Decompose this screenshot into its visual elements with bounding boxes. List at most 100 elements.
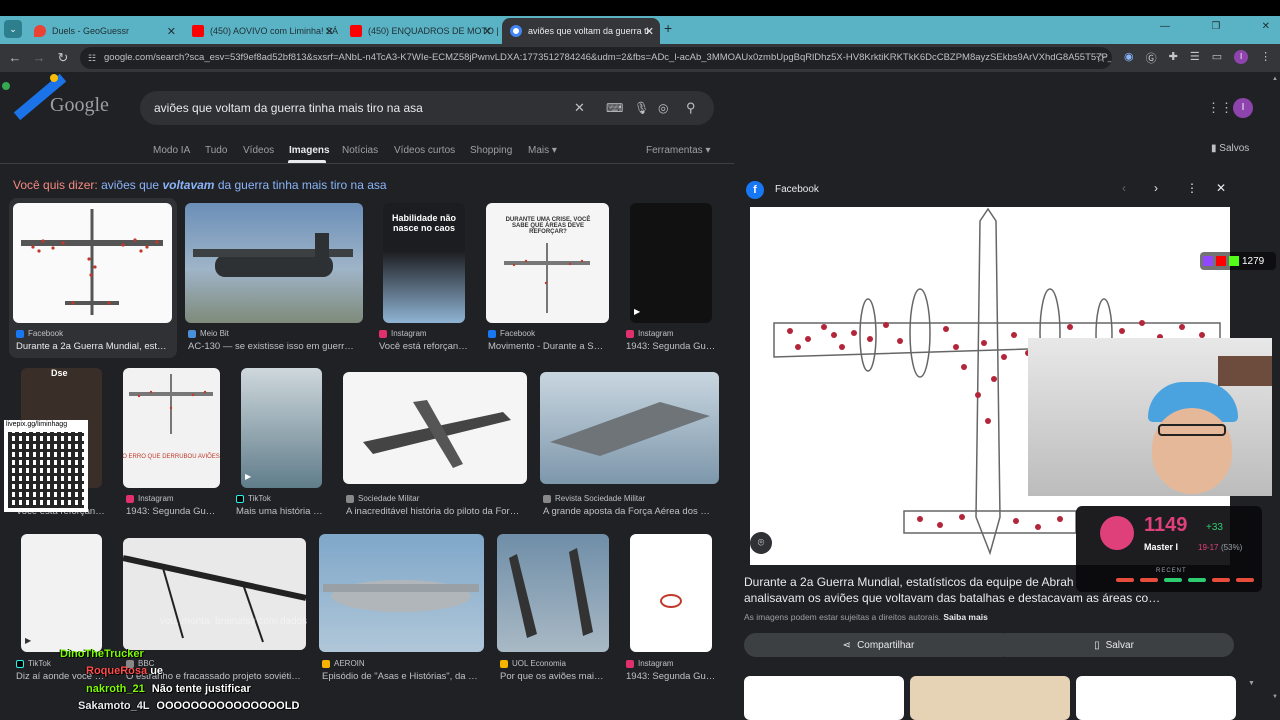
close-icon[interactable]: ✕ [325, 25, 334, 38]
result-source[interactable]: Instagram [126, 494, 174, 503]
result-source[interactable]: UOL Economia [500, 659, 566, 668]
result-thumbnail[interactable]: Habilidade não nasce no caos [383, 203, 465, 323]
tab-modo-ia[interactable]: Modo IA [153, 145, 190, 156]
result-source[interactable]: Facebook [488, 329, 535, 338]
result-source[interactable]: Instagram [626, 659, 674, 668]
forward-icon[interactable]: → [28, 47, 50, 69]
tab-search-button[interactable]: ⌄ [4, 20, 22, 38]
learn-more-link[interactable]: Saiba mais [943, 612, 987, 622]
result-title[interactable]: 1943: Segunda Gu… [626, 671, 716, 682]
result-source[interactable]: Instagram [626, 329, 674, 338]
panel-title-line-2[interactable]: analisavam os aviões que voltavam das ba… [744, 591, 1224, 605]
restore-icon[interactable]: ❐ [1211, 21, 1220, 32]
result-thumbnail[interactable] [123, 538, 306, 650]
grammarly-icon[interactable]: Ⓖ [1146, 50, 1157, 66]
close-icon[interactable]: ✕ [645, 25, 654, 38]
apps-grid-icon[interactable]: ⋮⋮ [1207, 100, 1233, 116]
prev-image-icon[interactable]: ‹ [1122, 181, 1126, 195]
address-bar[interactable]: ☷ google.com/search?sca_esv=53f9ef8ad52b… [80, 47, 1112, 69]
tab-mais[interactable]: Mais ▾ [528, 145, 557, 156]
result-source[interactable]: Facebook [16, 329, 63, 338]
close-icon[interactable]: ✕ [483, 25, 492, 38]
result-title[interactable]: Durante a 2a Guerra Mundial, est… [16, 341, 171, 352]
site-info-icon[interactable]: ☷ [88, 47, 96, 69]
result-title[interactable]: Mais uma história … [236, 506, 328, 517]
more-options-icon[interactable]: ⋮ [1186, 181, 1198, 195]
result-title[interactable]: A inacreditável história do piloto da Fo… [346, 506, 526, 517]
next-image-icon[interactable]: › [1154, 181, 1158, 195]
tools-button[interactable]: Ferramentas ▾ [646, 145, 710, 156]
lens-search-icon[interactable]: ⌾ [750, 532, 772, 554]
search-input[interactable]: aviões que voltam da guerra tinha mais t… [140, 91, 714, 125]
result-thumbnail[interactable] [185, 203, 363, 323]
close-window-icon[interactable]: ✕ [1262, 21, 1270, 32]
tab-videos[interactable]: Vídeos [243, 145, 274, 156]
result-thumbnail[interactable]: O ERRO QUE DERRUBOU AVIÕES [123, 368, 220, 488]
search-icon[interactable]: ⚲ [686, 91, 696, 125]
result-source[interactable]: Sociedade Militar [346, 494, 419, 503]
panel-scrollbar-arrow[interactable]: ▼ [1248, 680, 1255, 687]
puzzle-icon[interactable]: ✚ [1169, 50, 1178, 66]
result-thumbnail[interactable] [540, 372, 719, 484]
panel-source[interactable]: Facebook [775, 184, 819, 195]
result-source[interactable]: AEROIN [322, 659, 365, 668]
result-thumbnail[interactable]: ▶ [21, 534, 102, 652]
result-thumbnail[interactable]: ▶ [630, 203, 712, 323]
related-thumbnail[interactable] [744, 676, 904, 720]
share-button[interactable]: ⋖ Compartilhar [744, 633, 1013, 657]
bookmark-star-icon[interactable]: ☆ [1090, 47, 1112, 69]
scrollbar[interactable]: ▲ ▼ [1272, 76, 1278, 716]
scroll-up-arrow[interactable]: ▲ [1272, 76, 1278, 82]
result-source[interactable]: Instagram [379, 329, 427, 338]
result-title[interactable]: Episódio de "Asas e Histórias", da … [322, 671, 484, 682]
lens-icon[interactable]: ◎ [658, 91, 668, 125]
result-title[interactable]: Por que os aviões mai… [500, 671, 608, 682]
account-avatar[interactable]: I [1233, 98, 1253, 118]
result-title[interactable]: 1943: Segunda Gu… [626, 341, 716, 352]
tab-imagens[interactable]: Imagens [289, 145, 330, 156]
clear-icon[interactable]: ✕ [574, 91, 585, 125]
extension-icon[interactable]: ◉ [1124, 50, 1134, 66]
result-title[interactable]: A grande aposta da Força Aérea dos … [543, 506, 718, 517]
close-icon[interactable]: ✕ [167, 25, 176, 38]
menu-lines-icon[interactable]: ☰ [1190, 50, 1200, 66]
result-thumbnail[interactable]: DURANTE UMA CRISE, VOCÊ SABE QUE ÁREAS D… [486, 203, 609, 323]
tab-geoguessr[interactable]: Duels - GeoGuessr ✕ [26, 18, 182, 44]
save-button[interactable]: ▯ Salvar [994, 633, 1234, 657]
microphone-icon[interactable]: 🎙 [634, 91, 649, 125]
result-source[interactable]: Meio Bit [188, 329, 229, 338]
tab-tudo[interactable]: Tudo [205, 145, 227, 156]
tab-videos-curtos[interactable]: Vídeos curtos [394, 145, 455, 156]
tab-shopping[interactable]: Shopping [470, 145, 512, 156]
minimize-icon[interactable]: — [1160, 21, 1170, 32]
tab-google-search[interactable]: aviões que voltam da guerra ti ✕ [502, 18, 660, 44]
related-thumbnail[interactable] [910, 676, 1070, 720]
tab-noticias[interactable]: Notícias [342, 145, 378, 156]
result-thumbnail[interactable] [497, 534, 609, 652]
result-title[interactable]: AC-130 — se existisse isso em guerr… [188, 341, 360, 352]
back-icon[interactable]: ← [4, 47, 26, 69]
scroll-down-arrow[interactable]: ▼ [1272, 694, 1278, 700]
result-thumbnail[interactable] [343, 372, 527, 484]
reload-icon[interactable]: ↻ [52, 47, 74, 69]
profile-avatar[interactable]: I [1234, 50, 1249, 64]
result-thumbnail[interactable] [630, 534, 712, 652]
result-title[interactable]: 1943: Segunda Gu… [126, 506, 221, 517]
tab-youtube-2[interactable]: (450) ENQUADROS DE MOTO | ✕ [342, 18, 498, 44]
google-logo[interactable]: Google [50, 94, 109, 117]
close-panel-icon[interactable]: ✕ [1216, 181, 1226, 195]
result-source[interactable]: TikTok [16, 659, 51, 668]
new-tab-button[interactable]: + [664, 20, 672, 36]
result-thumbnail[interactable] [13, 203, 172, 323]
related-thumbnail[interactable] [1076, 676, 1236, 720]
suggestion-link[interactable]: aviões que voltavam da guerra tinha mais… [101, 178, 387, 192]
tab-youtube-1[interactable]: (450) AOVIVO com Liminha! SÁ ✕ [184, 18, 340, 44]
keyboard-icon[interactable]: ⌨ [606, 91, 623, 125]
saved-button[interactable]: ▮ Salvos [1211, 143, 1249, 154]
result-title[interactable]: Movimento - Durante a S… [488, 341, 608, 352]
media-icon[interactable]: ▭ [1212, 50, 1222, 66]
result-thumbnail[interactable]: ▶ [241, 368, 322, 488]
kebab-menu-icon[interactable]: ⋮ [1260, 50, 1271, 66]
result-source[interactable]: TikTok [236, 494, 271, 503]
result-source[interactable]: Revista Sociedade Militar [543, 494, 645, 503]
